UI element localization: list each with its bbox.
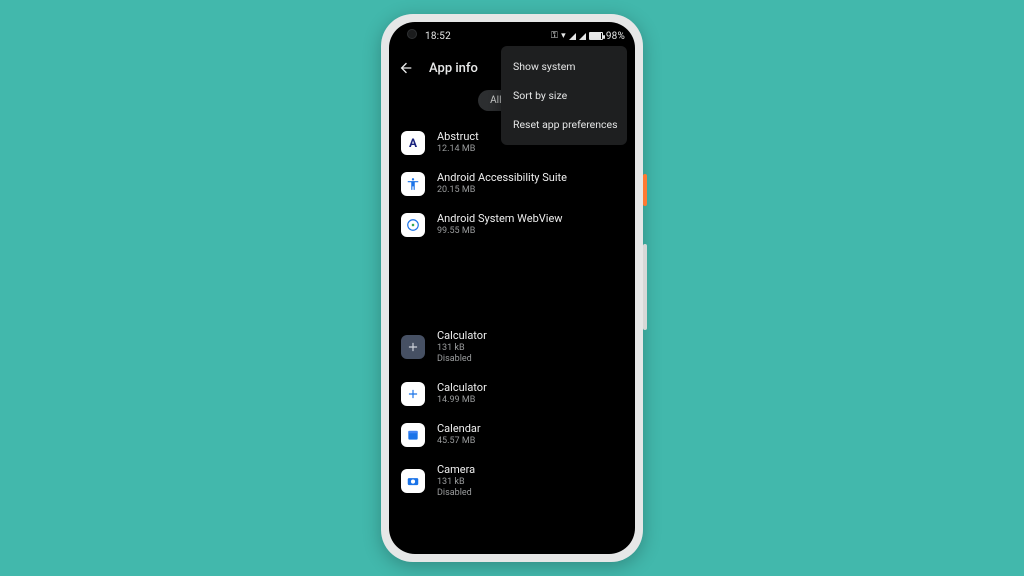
- app-meta: Camera 131 kB Disabled: [437, 463, 475, 499]
- app-name: Android System WebView: [437, 212, 563, 226]
- app-meta: Calendar 45.57 MB: [437, 422, 481, 447]
- clock: 18:52: [425, 31, 451, 42]
- app-name: Calendar: [437, 422, 481, 436]
- vpn-key-icon: ⚿: [551, 31, 558, 41]
- list-gap: [393, 245, 631, 321]
- app-size: 131 kB: [437, 343, 487, 354]
- app-size: 131 kB: [437, 477, 475, 488]
- app-icon-webview: [401, 213, 425, 237]
- app-name: Android Accessibility Suite: [437, 171, 567, 185]
- wifi-icon: ▾: [561, 31, 566, 41]
- back-button[interactable]: [397, 60, 415, 76]
- app-row[interactable]: Camera 131 kB Disabled: [393, 455, 631, 507]
- battery-icon: [589, 32, 603, 40]
- overflow-menu: Show system Sort by size Reset app prefe…: [501, 46, 627, 145]
- app-size: 20.15 MB: [437, 185, 567, 196]
- status-icons: ⚿ ▾ 98%: [551, 31, 625, 42]
- app-name: Calculator: [437, 381, 487, 395]
- app-meta: Abstruct 12.14 MB: [437, 130, 479, 155]
- app-row[interactable]: Calculator 131 kB Disabled: [393, 321, 631, 373]
- app-icon-camera: [401, 469, 425, 493]
- app-meta: Calculator 131 kB Disabled: [437, 329, 487, 365]
- page-title: App info: [429, 61, 478, 76]
- app-row[interactable]: Android System WebView 99.55 MB: [393, 204, 631, 245]
- app-name: Camera: [437, 463, 475, 477]
- app-status: Disabled: [437, 488, 475, 499]
- app-size: 99.55 MB: [437, 226, 563, 237]
- app-icon-calendar: [401, 423, 425, 447]
- menu-item-sort-by-size[interactable]: Sort by size: [501, 81, 627, 110]
- app-list[interactable]: A Abstruct 12.14 MB Android Accessibilit…: [389, 122, 635, 554]
- app-icon-calculator: [401, 335, 425, 359]
- app-size: 45.57 MB: [437, 436, 481, 447]
- battery-percent: 98%: [606, 31, 625, 42]
- app-row[interactable]: Calculator 14.99 MB: [393, 373, 631, 414]
- signal-2-icon: [579, 33, 586, 40]
- app-name: Calculator: [437, 329, 487, 343]
- volume-button: [643, 244, 647, 330]
- app-icon-accessibility: [401, 172, 425, 196]
- app-meta: Calculator 14.99 MB: [437, 381, 487, 406]
- app-icon-abstruct: A: [401, 131, 425, 155]
- phone-frame: 18:52 ⚿ ▾ 98% App info All apps ▾: [381, 14, 643, 562]
- status-bar: 18:52 ⚿ ▾ 98%: [389, 26, 635, 46]
- screen: 18:52 ⚿ ▾ 98% App info All apps ▾: [389, 22, 635, 554]
- power-button: [643, 174, 647, 206]
- signal-1-icon: [569, 33, 576, 40]
- app-meta: Android Accessibility Suite 20.15 MB: [437, 171, 567, 196]
- app-row[interactable]: Calendar 45.57 MB: [393, 414, 631, 455]
- app-status: Disabled: [437, 354, 487, 365]
- app-row[interactable]: Android Accessibility Suite 20.15 MB: [393, 163, 631, 204]
- arrow-back-icon: [398, 60, 414, 76]
- menu-item-reset-prefs[interactable]: Reset app preferences: [501, 110, 627, 139]
- app-size: 14.99 MB: [437, 395, 487, 406]
- app-size: 12.14 MB: [437, 144, 479, 155]
- app-meta: Android System WebView 99.55 MB: [437, 212, 563, 237]
- app-name: Abstruct: [437, 130, 479, 144]
- menu-item-show-system[interactable]: Show system: [501, 52, 627, 81]
- app-icon-calculator: [401, 382, 425, 406]
